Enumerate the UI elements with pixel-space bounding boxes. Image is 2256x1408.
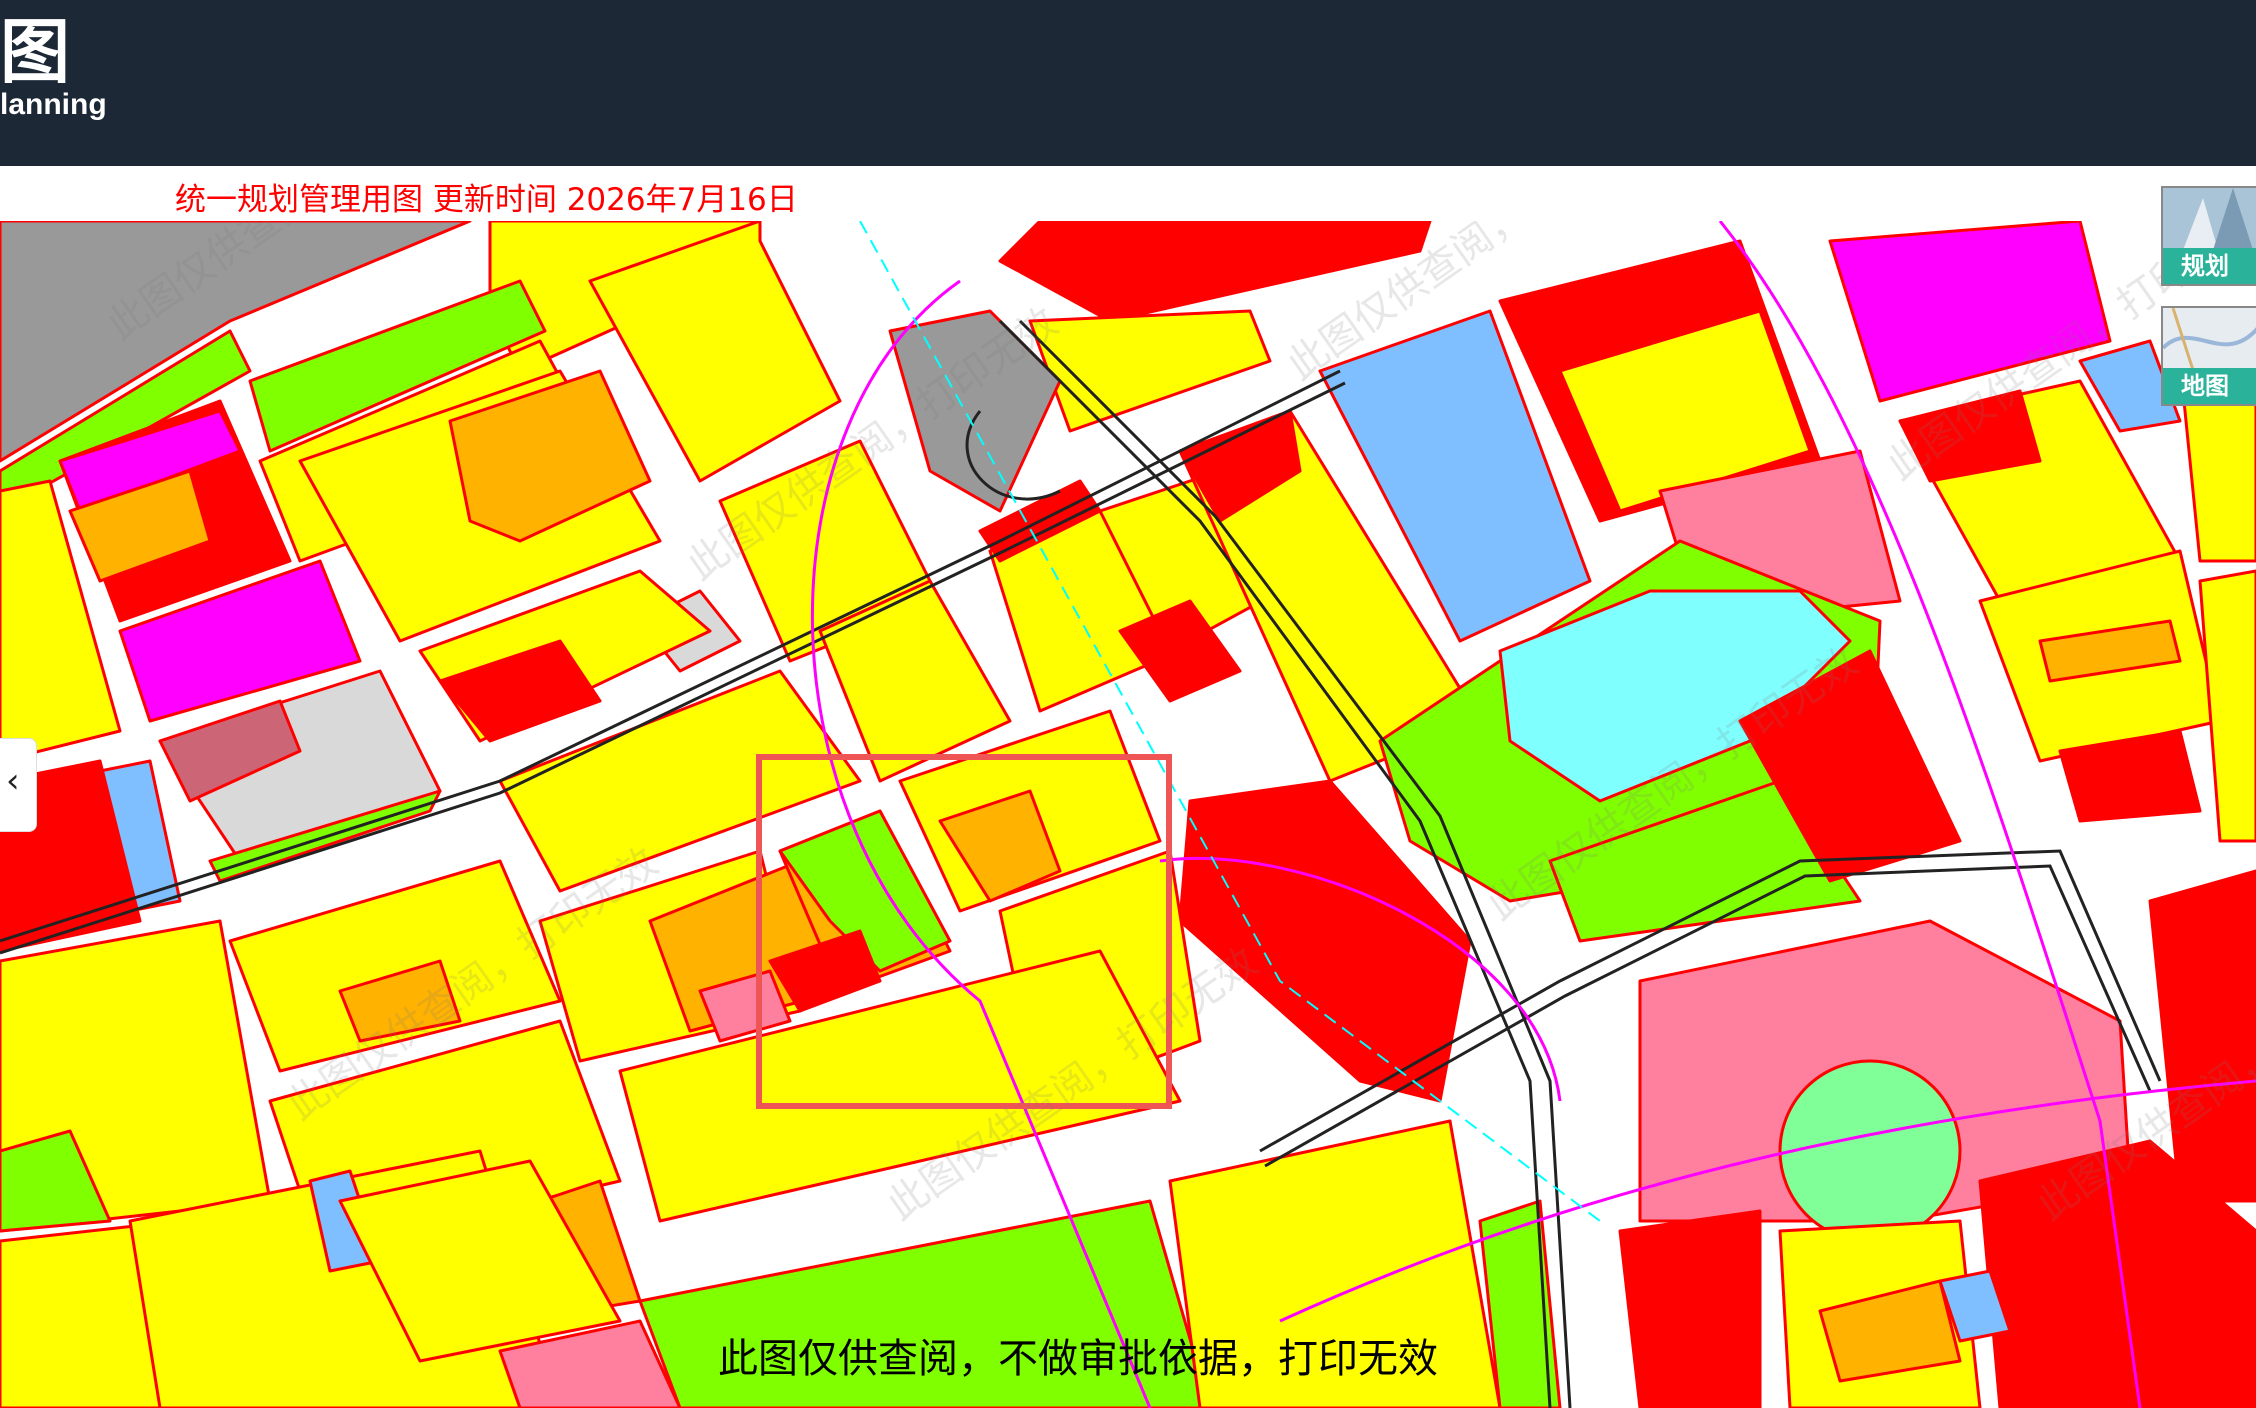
map-thumbnail-icon bbox=[2163, 308, 2256, 370]
app-header: 图 lanning bbox=[0, 0, 2256, 166]
layer-label-plan: 规划 bbox=[2163, 248, 2256, 284]
map-update-info: 统一规划管理用图 更新时间 2026年7月16日 bbox=[175, 182, 798, 218]
layer-toggle-plan[interactable]: 规划 bbox=[2161, 186, 2256, 286]
map-info-bar: 统一规划管理用图 更新时间 2026年7月16日 bbox=[0, 166, 2256, 221]
map-canvas: 此图仅供查阅，打印无效 此图仅供查阅，打印无效此图仅供查阅，打印无效 此图仅供查阅，… bbox=[0, 221, 2256, 1408]
panel-collapse-button[interactable]: ‹ bbox=[0, 738, 37, 832]
app-subtitle: lanning bbox=[0, 88, 107, 121]
layer-label-map: 地图 bbox=[2163, 368, 2256, 404]
map-disclaimer: 此图仅供查阅，不做审批依据，打印无效 bbox=[718, 1336, 1438, 1382]
app-title: 图 bbox=[0, 11, 70, 93]
planning-map[interactable]: 此图仅供查阅，打印无效 此图仅供查阅，打印无效 此图仅供查阅，打印无效 此图仅供查阅，… bbox=[0, 221, 2256, 1408]
layer-toggle-map[interactable]: 地图 bbox=[2161, 306, 2256, 406]
plan-thumbnail-icon bbox=[2163, 188, 2256, 250]
chevron-left-icon: ‹ bbox=[6, 761, 20, 801]
